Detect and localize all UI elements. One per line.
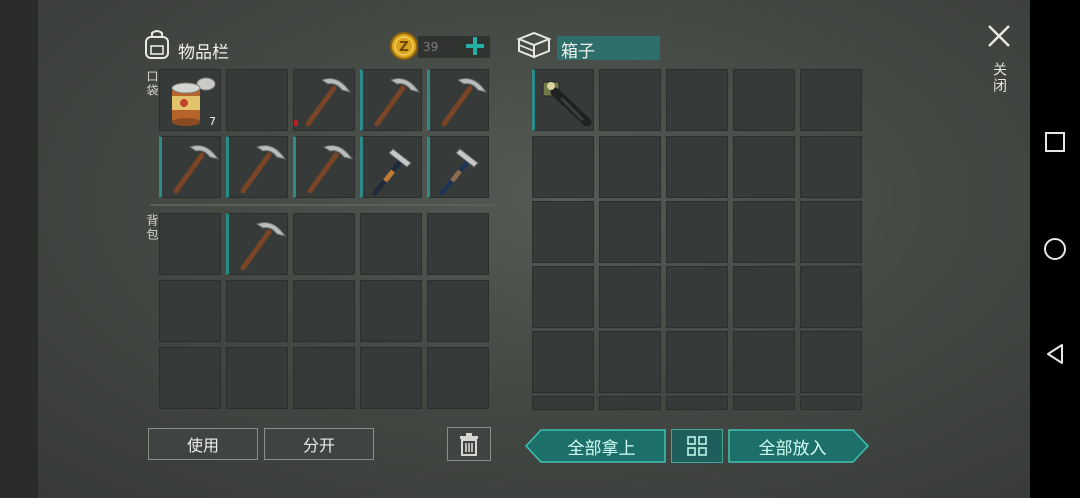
pickaxe-icon bbox=[441, 78, 488, 127]
box-slot-28[interactable] bbox=[666, 396, 728, 410]
backpack-slot-3[interactable] bbox=[293, 213, 355, 275]
left-edge-shade bbox=[0, 0, 38, 498]
backpack-slot-15[interactable] bbox=[427, 347, 489, 409]
pickaxe-icon bbox=[374, 78, 421, 127]
box-slot-25[interactable] bbox=[800, 331, 862, 393]
backpack-slot-13[interactable] bbox=[293, 347, 355, 409]
box-slot-27[interactable] bbox=[599, 396, 661, 410]
pocket-slot-7[interactable] bbox=[226, 136, 288, 198]
box-slot-11[interactable] bbox=[532, 201, 594, 263]
backpack-icon bbox=[142, 28, 172, 64]
box-slot-21[interactable] bbox=[532, 331, 594, 393]
grid-icon bbox=[687, 436, 707, 456]
box-slot-12[interactable] bbox=[599, 201, 661, 263]
game-screen: 物品栏 Z 39 口袋 背包 7 bbox=[0, 0, 1030, 498]
backpack-slot-9[interactable] bbox=[360, 280, 422, 342]
pocket-slot-6[interactable] bbox=[159, 136, 221, 198]
take-all-button[interactable]: 全部拿上 bbox=[525, 429, 666, 463]
pocket-slot-5[interactable] bbox=[427, 69, 489, 131]
pocket-slot-10[interactable] bbox=[427, 136, 489, 198]
square-icon bbox=[1045, 132, 1065, 152]
box-slot-3[interactable] bbox=[666, 69, 728, 131]
use-button[interactable]: 使用 bbox=[148, 428, 258, 460]
coin-icon: Z bbox=[390, 32, 418, 64]
box-slot-7[interactable] bbox=[599, 136, 661, 198]
triangle-back-icon bbox=[1047, 344, 1063, 364]
add-coins-button[interactable] bbox=[463, 34, 487, 58]
box-slot-29[interactable] bbox=[733, 396, 795, 410]
trash-icon bbox=[460, 433, 478, 456]
backpack-slot-7[interactable] bbox=[226, 280, 288, 342]
pocket-slot-8[interactable] bbox=[293, 136, 355, 198]
close-button[interactable] bbox=[985, 22, 1013, 50]
backpack-slot-12[interactable] bbox=[226, 347, 288, 409]
pickaxe-icon bbox=[305, 78, 352, 127]
box-slot-30[interactable] bbox=[800, 396, 862, 410]
circle-icon bbox=[1044, 238, 1066, 260]
box-icon bbox=[516, 30, 552, 64]
pickaxe-icon bbox=[173, 145, 220, 194]
backpack-slot-14[interactable] bbox=[360, 347, 422, 409]
inventory-title: 物品栏 bbox=[178, 43, 229, 63]
box-slot-15[interactable] bbox=[800, 201, 862, 263]
close-label[interactable]: 关闭 bbox=[989, 62, 1009, 94]
pocket-slot-9[interactable] bbox=[360, 136, 422, 198]
box-slot-26[interactable] bbox=[532, 396, 594, 410]
take-all-label: 全部拿上 bbox=[567, 438, 636, 459]
box-slot-2[interactable] bbox=[599, 69, 661, 131]
backpack-slot-4[interactable] bbox=[360, 213, 422, 275]
pickaxe-icon bbox=[240, 222, 287, 271]
backpack-slot-5[interactable] bbox=[427, 213, 489, 275]
pickaxe-icon bbox=[240, 145, 287, 194]
box-slot-22[interactable] bbox=[599, 331, 661, 393]
item-quantity: 7 bbox=[209, 115, 216, 128]
home-button[interactable] bbox=[1030, 229, 1080, 269]
svg-text:Z: Z bbox=[399, 40, 408, 55]
split-button[interactable]: 分开 bbox=[264, 428, 374, 460]
android-nav-bar bbox=[1030, 0, 1080, 498]
backpack-slot-1[interactable] bbox=[159, 213, 221, 275]
put-all-label: 全部放入 bbox=[758, 438, 827, 459]
pocket-slot-2[interactable] bbox=[226, 69, 288, 131]
box-slot-13[interactable] bbox=[666, 201, 728, 263]
pocket-slot-3[interactable] bbox=[293, 69, 355, 131]
close-icon bbox=[988, 25, 1010, 47]
box-slot-5[interactable] bbox=[800, 69, 862, 131]
backpack-slot-11[interactable] bbox=[159, 347, 221, 409]
section-divider bbox=[150, 204, 494, 206]
flashlight-icon bbox=[542, 81, 592, 127]
trash-button[interactable] bbox=[447, 427, 491, 461]
box-slot-23[interactable] bbox=[666, 331, 728, 393]
sort-grid-button[interactable] bbox=[671, 429, 723, 463]
backpack-slot-8[interactable] bbox=[293, 280, 355, 342]
box-slot-8[interactable] bbox=[666, 136, 728, 198]
box-slot-6[interactable] bbox=[532, 136, 594, 198]
box-slot-20[interactable] bbox=[800, 266, 862, 328]
put-all-button[interactable]: 全部放入 bbox=[728, 429, 869, 463]
pocket-slot-4[interactable] bbox=[360, 69, 422, 131]
box-slot-1[interactable] bbox=[532, 69, 594, 131]
box-slot-24[interactable] bbox=[733, 331, 795, 393]
backpack-slot-6[interactable] bbox=[159, 280, 221, 342]
pocket-slot-1[interactable]: 7 bbox=[159, 69, 221, 131]
backpack-slot-2[interactable] bbox=[226, 213, 288, 275]
hammer-icon bbox=[439, 148, 479, 196]
backpack-slot-10[interactable] bbox=[427, 280, 489, 342]
box-slot-18[interactable] bbox=[666, 266, 728, 328]
box-title: 箱子 bbox=[561, 42, 595, 62]
box-slot-19[interactable] bbox=[733, 266, 795, 328]
hammer-icon bbox=[372, 148, 412, 196]
box-slot-10[interactable] bbox=[800, 136, 862, 198]
back-button[interactable] bbox=[1030, 334, 1080, 374]
box-slot-17[interactable] bbox=[599, 266, 661, 328]
box-slot-14[interactable] bbox=[733, 201, 795, 263]
pickaxe-icon bbox=[307, 145, 354, 194]
box-slot-9[interactable] bbox=[733, 136, 795, 198]
plus-icon bbox=[466, 37, 484, 55]
box-slot-4[interactable] bbox=[733, 69, 795, 131]
recents-button[interactable] bbox=[1030, 122, 1080, 162]
box-slot-16[interactable] bbox=[532, 266, 594, 328]
